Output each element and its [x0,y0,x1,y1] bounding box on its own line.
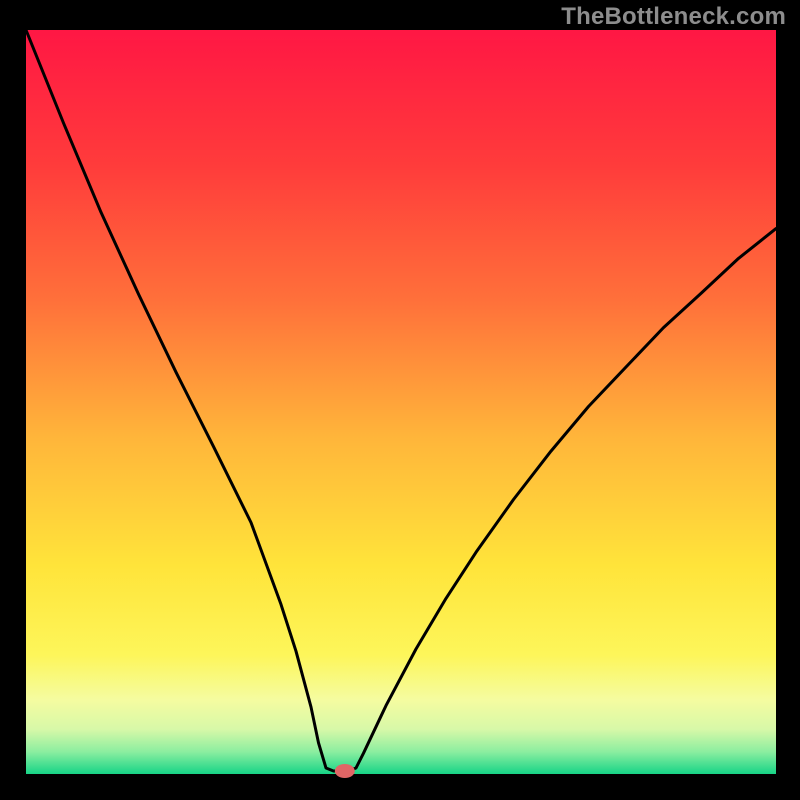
bottleneck-chart [0,0,800,800]
plot-background [26,30,776,774]
outer-frame: TheBottleneck.com [0,0,800,800]
optimal-point-marker [335,764,355,778]
